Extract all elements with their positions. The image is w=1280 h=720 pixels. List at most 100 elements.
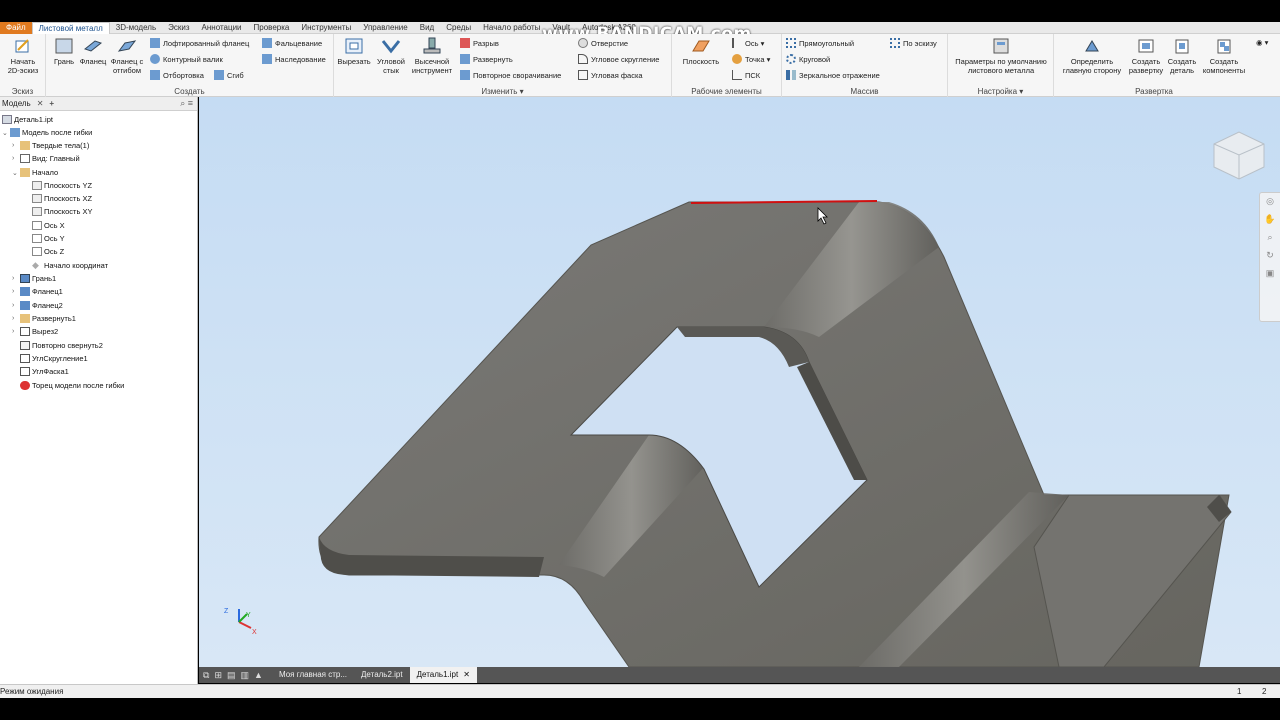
- tree-item-face1[interactable]: › Грань1: [12, 274, 56, 283]
- orbit-icon[interactable]: ↻: [1260, 250, 1280, 265]
- tab-annotate[interactable]: Аннотации: [196, 22, 248, 34]
- expand-icon[interactable]: ›: [12, 142, 20, 149]
- hole-button[interactable]: Отверстие: [578, 38, 628, 48]
- tree-item-plane-xz[interactable]: Плоскость XZ: [32, 194, 92, 203]
- rect-pattern-button[interactable]: Прямоугольный: [786, 38, 854, 48]
- ribbon-options-button[interactable]: ◉ ▾: [1256, 38, 1268, 47]
- view-cube[interactable]: [1213, 131, 1265, 180]
- steering-wheel-icon[interactable]: ◎: [1260, 196, 1280, 211]
- graphics-viewport[interactable]: Z Y X: [199, 97, 1280, 667]
- zoom-icon[interactable]: ⌕: [1260, 232, 1280, 247]
- panel-modify-title[interactable]: Изменить ▾: [334, 87, 671, 96]
- close-icon[interactable]: ✕: [37, 99, 44, 108]
- tab-get-started[interactable]: Начало работы: [477, 22, 546, 34]
- face-button[interactable]: Грань: [50, 37, 78, 66]
- search-menu-icon[interactable]: ⌕ ≡: [180, 98, 193, 109]
- tab-inspect[interactable]: Проверка: [248, 22, 296, 34]
- layout-controls: ⧉ ⊞ ▤ ▥ ▲: [199, 670, 272, 681]
- tree-item-end-of-folded[interactable]: Торец модели после гибки: [20, 381, 124, 390]
- grid-icon[interactable]: ⊞: [214, 670, 222, 681]
- tree-item-plane-yz[interactable]: Плоскость YZ: [32, 181, 92, 190]
- expand-icon[interactable]: ›: [12, 155, 20, 162]
- tab-view[interactable]: Вид: [414, 22, 440, 34]
- circular-pattern-button[interactable]: Круговой: [786, 54, 830, 64]
- collapse-icon[interactable]: ⌄: [12, 169, 20, 177]
- pan-icon[interactable]: ✋: [1260, 214, 1280, 229]
- doc-tab-part2[interactable]: Деталь2.ipt: [354, 667, 410, 683]
- inheritance-button[interactable]: Наследование: [262, 54, 326, 64]
- contour-roll-button[interactable]: Контурный валик: [150, 54, 223, 64]
- lofted-flange-button[interactable]: Лофтированный фланец: [150, 38, 249, 48]
- flange-bend-button[interactable]: Фланец с отгибом: [108, 37, 146, 75]
- tree-item-part[interactable]: Деталь1.ipt: [2, 115, 53, 124]
- axis-button[interactable]: Ось ▾: [732, 38, 764, 48]
- tree-item-refold2[interactable]: Повторно свернуть2: [20, 341, 103, 350]
- tree-item-axis-y[interactable]: Ось Y: [32, 234, 65, 243]
- tree-item-axis-x[interactable]: Ось X: [32, 221, 65, 230]
- tab-manage[interactable]: Управление: [357, 22, 413, 34]
- mirror-button[interactable]: Зеркальное отражение: [786, 70, 880, 80]
- tab-file[interactable]: Файл: [0, 21, 32, 34]
- tree-item-plane-xy[interactable]: Плоскость XY: [32, 207, 93, 216]
- flange-button[interactable]: Фланец: [76, 37, 110, 66]
- horizontal-icon[interactable]: ▤: [227, 670, 236, 681]
- tab-3d-model[interactable]: 3D-модель: [110, 22, 162, 34]
- bend-button[interactable]: Сгиб: [214, 70, 244, 80]
- tree-item-corner-round1[interactable]: УглСкругление1: [20, 354, 88, 363]
- cut-button[interactable]: Вырезать: [336, 37, 372, 66]
- plane-button[interactable]: Плоскость: [676, 37, 726, 66]
- panel-setup-title[interactable]: Настройка ▾: [948, 87, 1053, 96]
- start-2d-sketch-button[interactable]: Начать 2D-эскиз: [4, 37, 42, 75]
- doc-tab-home[interactable]: Моя главная стр...: [272, 667, 354, 683]
- tree-item-origin[interactable]: ⌄ Начало: [12, 168, 58, 177]
- expand-icon[interactable]: ›: [12, 288, 20, 295]
- tab-sheet-metal[interactable]: Листовой металл: [31, 21, 110, 34]
- doc-tab-part1[interactable]: Деталь1.ipt ✕: [409, 667, 477, 683]
- close-icon[interactable]: ✕: [463, 670, 470, 679]
- refold-button[interactable]: Повторное сворачивание: [460, 70, 561, 80]
- tree-item-center-point[interactable]: ◆ Начало координат: [32, 261, 108, 271]
- tree-item-flange2[interactable]: › Фланец2: [12, 301, 63, 310]
- tab-tools[interactable]: Инструменты: [295, 22, 357, 34]
- tree-item-view[interactable]: › Вид: Главный: [12, 154, 80, 163]
- collapse-icon[interactable]: ⌄: [2, 129, 10, 137]
- look-at-icon[interactable]: ▣: [1260, 268, 1280, 283]
- tree-item-corner-chamfer1[interactable]: УглФаска1: [20, 367, 69, 376]
- tree-item-cut2[interactable]: › Вырез2: [12, 327, 58, 336]
- expand-icon[interactable]: ›: [12, 328, 20, 335]
- corner-seam-button[interactable]: Угловой стык: [372, 37, 410, 75]
- expand-icon[interactable]: ›: [12, 315, 20, 322]
- expand-icon[interactable]: ›: [12, 302, 20, 309]
- tree-item-flange1[interactable]: › Фланец1: [12, 287, 63, 296]
- ucs-button[interactable]: ПСК: [732, 70, 760, 80]
- sheet-metal-defaults-button[interactable]: Параметры по умолчанию листового металла: [950, 37, 1052, 75]
- create-part-button[interactable]: Создать деталь: [1164, 37, 1200, 75]
- fold-button[interactable]: Фальцевание: [262, 38, 322, 48]
- sheet-metal-part[interactable]: Z Y X: [199, 97, 1280, 667]
- create-flat-button[interactable]: Создать развертку: [1126, 37, 1166, 75]
- punch-tool-button[interactable]: Высечной инструмент: [410, 37, 454, 75]
- tree-label: Плоскость XY: [44, 207, 93, 216]
- tab-sketch[interactable]: Эскиз: [162, 22, 195, 34]
- inheritance-icon: [262, 54, 272, 64]
- add-tab-icon[interactable]: +: [49, 99, 54, 108]
- define-a-side-button[interactable]: Определить главную сторону: [1056, 37, 1128, 75]
- tree-item-folded-model[interactable]: ⌄ Модель после гибки: [2, 128, 92, 137]
- tree-item-solid-bodies[interactable]: › Твердые тела(1): [12, 141, 89, 150]
- point-button[interactable]: Точка ▾: [732, 54, 770, 64]
- tab-environments[interactable]: Среды: [440, 22, 477, 34]
- unfold-button[interactable]: Развернуть: [460, 54, 513, 64]
- hem-button[interactable]: Отбортовка: [150, 70, 204, 80]
- vertical-icon[interactable]: ▥: [241, 670, 250, 681]
- browser-tab-model[interactable]: Модель: [2, 99, 31, 108]
- collapse-up-icon[interactable]: ▲: [254, 670, 263, 680]
- tile-icon[interactable]: ⧉: [203, 670, 209, 681]
- create-components-button[interactable]: Создать компоненты: [1200, 37, 1248, 75]
- sketch-pattern-button[interactable]: По эскизу: [890, 38, 937, 48]
- rip-button[interactable]: Разрыв: [460, 38, 499, 48]
- tree-item-axis-z[interactable]: Ось Z: [32, 247, 64, 256]
- corner-chamfer-button[interactable]: Угловая фаска: [578, 70, 643, 80]
- tree-item-unfold1[interactable]: › Развернуть1: [12, 314, 76, 323]
- corner-round-button[interactable]: Угловое скругление: [578, 54, 659, 64]
- expand-icon[interactable]: ›: [12, 275, 20, 282]
